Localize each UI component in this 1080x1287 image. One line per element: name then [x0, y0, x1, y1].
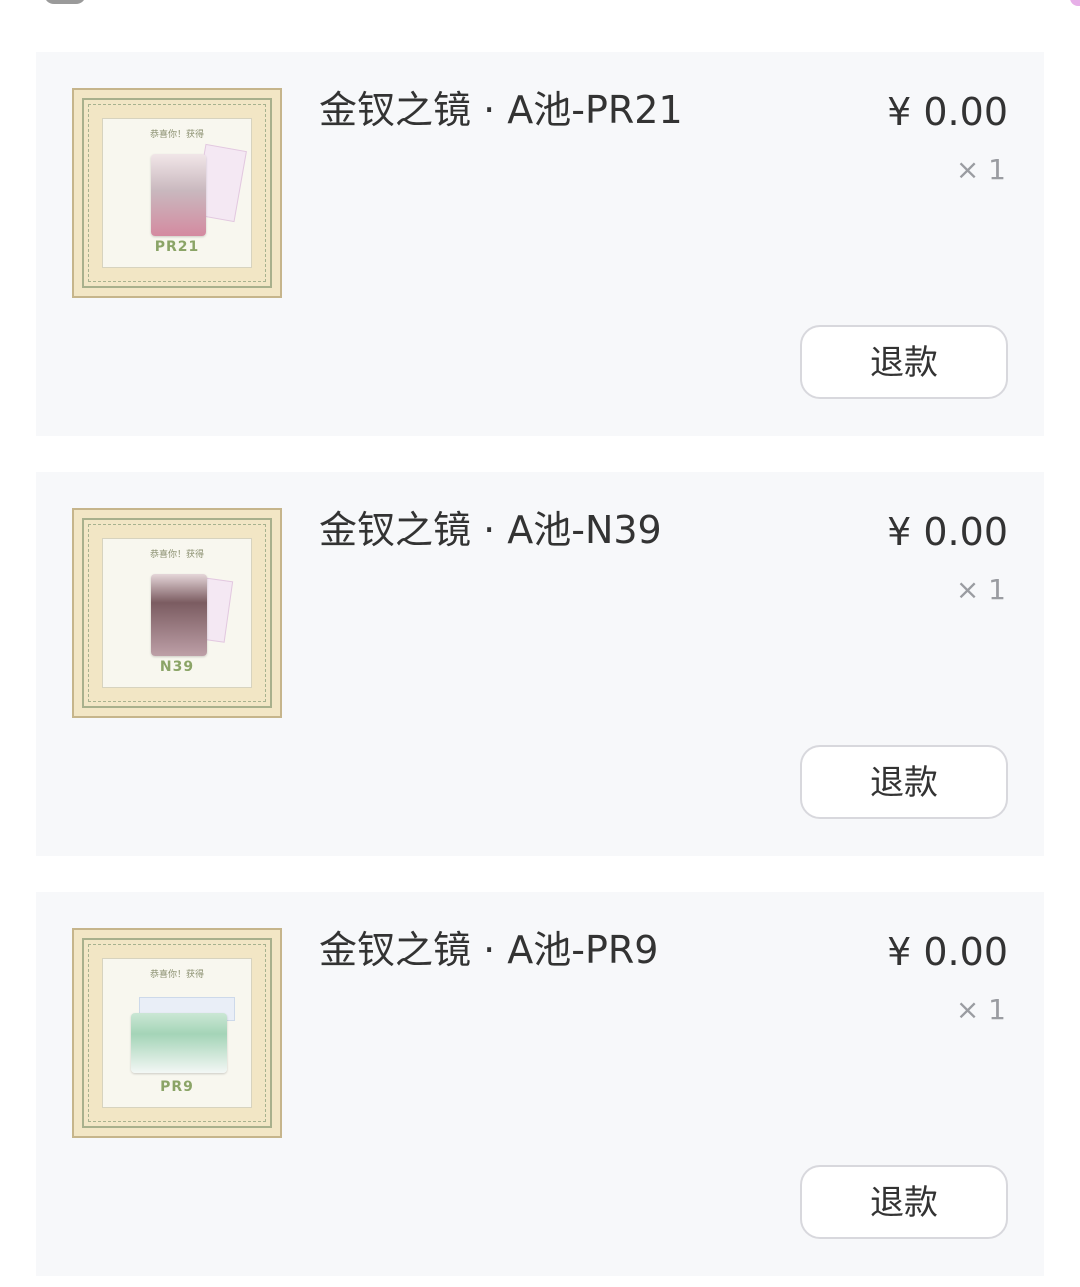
corner-cropped-mark: [1070, 0, 1080, 6]
thumbnail-heading: 恭喜你！获得: [149, 970, 204, 980]
refund-button[interactable]: 退款: [800, 1165, 1008, 1239]
product-thumbnail: 恭喜你！获得 PR21: [72, 88, 282, 298]
product-photo: [151, 574, 207, 656]
order-items-page: 恭喜你！获得 PR21 金钗之镜 · A池-PR21 ¥ 0.00 × 1 退款…: [0, 0, 1080, 1287]
thumbnail-paper: 恭喜你！获得 PR21: [102, 118, 252, 268]
product-title: 金钗之镜 · A池-PR21: [319, 88, 683, 132]
refund-button[interactable]: 退款: [800, 325, 1008, 399]
thumbnail-code: PR21: [154, 239, 200, 255]
product-price: ¥ 0.00: [887, 510, 1008, 554]
product-photo: [131, 1013, 227, 1073]
product-quantity: × 1: [955, 993, 1006, 1026]
product-thumbnail: 恭喜你！获得 N39: [72, 508, 282, 718]
product-title: 金钗之镜 · A池-PR9: [319, 928, 659, 972]
thumbnail-paper: 恭喜你！获得 PR9: [102, 958, 252, 1108]
thumbnail-code: PR9: [160, 1079, 194, 1095]
product-title: 金钗之镜 · A池-N39: [319, 508, 662, 552]
thumbnail-heading: 恭喜你！获得: [149, 550, 204, 560]
product-quantity: × 1: [955, 573, 1006, 606]
thumbnail-heading: 恭喜你！获得: [149, 130, 204, 140]
top-cropped-icon: [44, 0, 86, 4]
order-item-card: 恭喜你！获得 PR21 金钗之镜 · A池-PR21 ¥ 0.00 × 1 退款: [36, 52, 1044, 436]
product-thumbnail: 恭喜你！获得 PR9: [72, 928, 282, 1138]
product-photo: [151, 154, 206, 236]
thumbnail-paper: 恭喜你！获得 N39: [102, 538, 252, 688]
order-item-card: 恭喜你！获得 PR9 金钗之镜 · A池-PR9 ¥ 0.00 × 1 退款: [36, 892, 1044, 1276]
product-price: ¥ 0.00: [887, 930, 1008, 974]
product-price: ¥ 0.00: [887, 90, 1008, 134]
thumbnail-code: N39: [159, 659, 195, 675]
refund-button[interactable]: 退款: [800, 745, 1008, 819]
order-item-card: 恭喜你！获得 N39 金钗之镜 · A池-N39 ¥ 0.00 × 1 退款: [36, 472, 1044, 856]
product-quantity: × 1: [955, 153, 1006, 186]
